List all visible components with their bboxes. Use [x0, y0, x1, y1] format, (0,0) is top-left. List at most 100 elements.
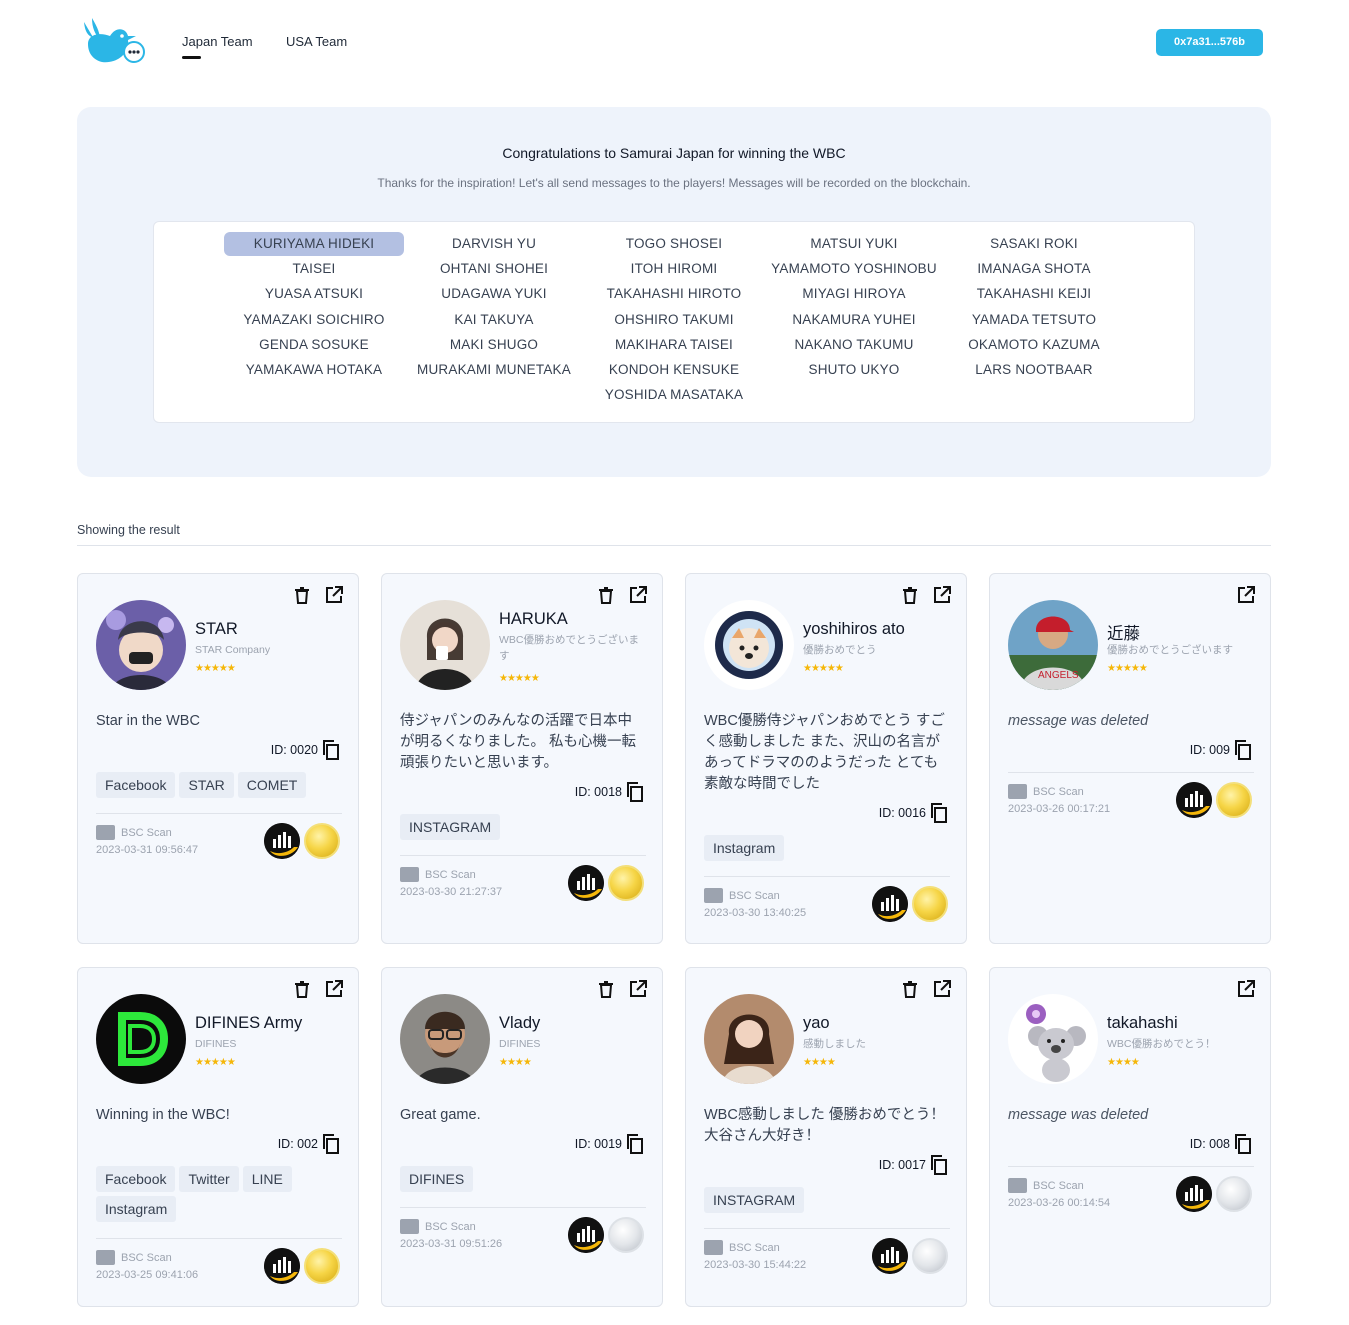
- player-item[interactable]: KAI TAKUYA: [404, 308, 584, 332]
- card-subtitle: 感動しました: [803, 1038, 866, 1050]
- bsc-scan-link[interactable]: BSC Scan: [96, 1250, 172, 1265]
- trash-icon[interactable]: [901, 586, 919, 604]
- bsc-scan-link[interactable]: BSC Scan: [704, 1240, 780, 1255]
- badge-group: [264, 1248, 340, 1284]
- trash-icon[interactable]: [597, 980, 615, 998]
- player-item[interactable]: DARVISH YU: [404, 232, 584, 256]
- trash-icon[interactable]: [597, 586, 615, 604]
- social-tag[interactable]: Facebook: [96, 772, 176, 798]
- player-item[interactable]: TOGO SHOSEI: [584, 232, 764, 256]
- player-item[interactable]: OHTANI SHOHEI: [404, 257, 584, 281]
- chart-badge-icon: [264, 823, 300, 859]
- player-item[interactable]: YUASA ATSUKI: [224, 282, 404, 306]
- wallet-address-button[interactable]: 0x7a31...576b: [1156, 29, 1263, 56]
- copy-icon[interactable]: [322, 1134, 340, 1154]
- bsc-scan-label: BSC Scan: [425, 868, 476, 881]
- player-item[interactable]: UDAGAWA YUKI: [404, 282, 584, 306]
- search-icon: [96, 825, 115, 840]
- player-item[interactable]: LARS NOOTBAAR: [944, 358, 1124, 382]
- search-icon: [400, 1219, 419, 1234]
- player-item[interactable]: MAKI SHUGO: [404, 333, 584, 357]
- trash-icon[interactable]: [293, 586, 311, 604]
- bsc-scan-link[interactable]: BSC Scan: [1008, 1178, 1084, 1193]
- player-item[interactable]: IMANAGA SHOTA: [944, 257, 1124, 281]
- card-name: 近藤: [1107, 625, 1140, 643]
- social-tag[interactable]: STAR: [179, 772, 234, 798]
- player-item[interactable]: TAKAHASHI KEIJI: [944, 282, 1124, 306]
- card-date: 2023-03-26 00:14:54: [1008, 1197, 1111, 1209]
- tag-list: DIFINES: [400, 1166, 646, 1192]
- external-link-icon[interactable]: [933, 586, 951, 604]
- player-item[interactable]: KURIYAMA HIDEKI: [224, 232, 404, 256]
- player-item[interactable]: MIYAGI HIROYA: [764, 282, 944, 306]
- social-tag[interactable]: Facebook: [96, 1166, 176, 1192]
- card-id: ID: 002: [278, 1134, 340, 1154]
- player-item[interactable]: YAMAZAKI SOICHIRO: [224, 308, 404, 332]
- social-tag[interactable]: LINE: [242, 1166, 292, 1192]
- copy-icon[interactable]: [1234, 740, 1252, 760]
- player-item[interactable]: TAISEI: [224, 257, 404, 281]
- trash-icon[interactable]: [901, 980, 919, 998]
- player-item[interactable]: GENDA SOSUKE: [224, 333, 404, 357]
- player-item[interactable]: SASAKI ROKI: [944, 232, 1124, 256]
- player-item[interactable]: OKAMOTO KAZUMA: [944, 333, 1124, 357]
- social-tag[interactable]: DIFINES: [400, 1166, 474, 1192]
- external-link-icon[interactable]: [933, 980, 951, 998]
- copy-icon[interactable]: [626, 1134, 644, 1154]
- social-tag[interactable]: INSTAGRAM: [704, 1187, 805, 1213]
- external-link-icon[interactable]: [629, 980, 647, 998]
- external-link-icon[interactable]: [1237, 980, 1255, 998]
- copy-icon[interactable]: [626, 782, 644, 802]
- bsc-scan-link[interactable]: BSC Scan: [1008, 784, 1084, 799]
- external-link-icon[interactable]: [629, 586, 647, 604]
- player-item[interactable]: YOSHIDA MASATAKA: [584, 383, 764, 407]
- external-link-icon[interactable]: [325, 980, 343, 998]
- search-icon: [96, 1250, 115, 1265]
- social-tag[interactable]: Twitter: [179, 1166, 239, 1192]
- social-tag[interactable]: Instagram: [704, 835, 785, 861]
- copy-icon[interactable]: [930, 803, 948, 823]
- card-date: 2023-03-30 21:27:37: [400, 886, 503, 898]
- external-link-icon[interactable]: [325, 586, 343, 604]
- bsc-scan-link[interactable]: BSC Scan: [400, 867, 476, 882]
- card-subtitle: 優勝おめでとうございます: [1107, 644, 1233, 656]
- social-tag[interactable]: COMET: [237, 772, 307, 798]
- copy-icon[interactable]: [322, 740, 340, 760]
- player-item[interactable]: TAKAHASHI HIROTO: [584, 282, 764, 306]
- card-message: Great game.: [400, 1107, 481, 1123]
- player-item[interactable]: YAMAMOTO YOSHINOBU: [764, 257, 944, 281]
- player-item[interactable]: ITOH HIROMI: [584, 257, 764, 281]
- bsc-scan-link[interactable]: BSC Scan: [704, 888, 780, 903]
- card-date: 2023-03-31 09:51:26: [400, 1238, 503, 1250]
- player-item[interactable]: MATSUI YUKI: [764, 232, 944, 256]
- player-item[interactable]: NAKAMURA YUHEI: [764, 308, 944, 332]
- player-item[interactable]: OHSHIRO TAKUMI: [584, 308, 764, 332]
- social-tag[interactable]: Instagram: [96, 1196, 177, 1222]
- tag-list: INSTAGRAM: [400, 814, 646, 840]
- bird-logo-icon[interactable]: [80, 14, 146, 68]
- bsc-scan-link[interactable]: BSC Scan: [400, 1219, 476, 1234]
- player-item[interactable]: SHUTO UKYO: [764, 358, 944, 382]
- player-item[interactable]: YAMAKAWA HOTAKA: [224, 358, 404, 382]
- copy-icon[interactable]: [930, 1155, 948, 1175]
- player-item[interactable]: NAKANO TAKUMU: [764, 333, 944, 357]
- coin-badge-icon: [1216, 1176, 1252, 1212]
- card-divider: [1008, 772, 1254, 773]
- trash-icon[interactable]: [293, 980, 311, 998]
- bsc-scan-link[interactable]: BSC Scan: [96, 825, 172, 840]
- social-tag[interactable]: INSTAGRAM: [400, 814, 501, 840]
- tab-japan-team[interactable]: Japan Team: [182, 34, 253, 59]
- card-subtitle: STAR Company: [195, 644, 271, 656]
- player-item[interactable]: YAMADA TETSUTO: [944, 308, 1124, 332]
- card-id-label: ID: 009: [1189, 743, 1230, 757]
- player-item[interactable]: KONDOH KENSUKE: [584, 358, 764, 382]
- tag-list: Instagram: [704, 835, 950, 861]
- player-item[interactable]: MURAKAMI MUNETAKA: [404, 358, 584, 382]
- external-link-icon[interactable]: [1237, 586, 1255, 604]
- copy-icon[interactable]: [1234, 1134, 1252, 1154]
- player-item[interactable]: MAKIHARA TAISEI: [584, 333, 764, 357]
- avatar: [704, 994, 794, 1084]
- tab-usa-team[interactable]: USA Team: [286, 34, 347, 49]
- card-message: WBC優勝侍ジャパンおめでとう すごく感動しました また、沢山の名言があってドラ…: [704, 713, 945, 792]
- rating-stars: ★★★★★: [195, 663, 236, 674]
